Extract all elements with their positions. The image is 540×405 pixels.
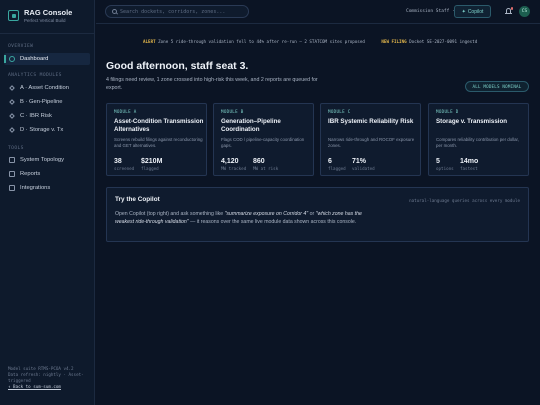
topology-icon [9,157,15,163]
card-stat: 38 screened [114,158,134,171]
avatar[interactable]: CS [519,6,530,17]
module-icon [9,113,15,119]
sidebar-item-label: Integrations [20,185,51,191]
status-badge: ALL MODELS NOMINAL [465,81,529,92]
search-bar[interactable] [105,5,249,18]
module-card-d[interactable]: MODULE D Storage v. Transmission Compare… [428,103,529,176]
card-title: Generation–Pipeline Coordination [221,118,281,133]
stat-label: validated [352,166,375,171]
sidebar-footer: Model suite RTMS-PCOA v4.2 Data refresh:… [8,366,90,390]
module-icon [9,85,15,91]
ticker-new-tag: NEW FILING [381,39,407,44]
ticker-new-text: Docket SE-2027-0091 ingestd [409,39,478,44]
stat-value: $210M [141,158,163,165]
integrations-icon [9,185,15,191]
stat-label: flagged [141,166,159,171]
copilot-button[interactable]: ✦ Copilot [454,5,491,18]
card-stat: 14mo fastest [460,158,478,171]
sidebar: RAG Console Perfect Vertical Build OVERV… [0,0,95,405]
sidebar-item-integrations[interactable]: Integrations [4,182,90,194]
card-description: Screens rebuild filings against reconduc… [114,137,203,148]
reports-icon [9,171,15,177]
card-description: Compares reliability contribution per do… [436,137,519,148]
page-title: Good afternoon, staff seat 3. [106,60,249,72]
sidebar-item-label: Reports [20,171,41,177]
news-ticker: ALERT Zone 5 ride-through validation fel… [96,37,540,47]
sidebar-item-label: A · Asset Condition [20,85,69,91]
search-input[interactable] [120,8,240,15]
stat-label: MW at risk [253,166,279,171]
brand-subtitle: Perfect Vertical Build [24,18,66,23]
notification-dot [510,7,513,10]
sparkle-icon: ✦ [461,8,466,15]
stat-value: 4,120 [221,158,239,165]
stat-label: flagged [328,166,346,171]
ticker-alert-text: Zone 5 ride-through validation fell to 4… [158,39,365,44]
sidebar-item-system-topology[interactable]: System Topology [4,154,90,166]
brand[interactable]: RAG Console Perfect Vertical Build [8,8,72,23]
card-tag: MODULE B [221,109,244,114]
sidebar-item-gen-pipeline[interactable]: B · Gen-Pipeline [4,96,90,108]
card-title: Storage v. Transmission [436,118,508,125]
sidebar-item-reports[interactable]: Reports [4,168,90,180]
try-copilot-title: Try the Copilot [115,196,160,203]
footer-refresh: Data refresh: nightly · Asset-triggered [8,372,84,383]
stat-label: options [436,166,454,171]
module-icon [9,127,15,133]
module-card-a[interactable]: MODULE A Asset-Condition Transmission Al… [106,103,207,176]
section-label-tools: TOOLS [8,146,24,151]
try-copilot-hint: natural-language queries across every mo… [409,198,520,203]
brand-title: RAG Console [24,8,73,17]
try-copilot-panel: Try the Copilot natural-language queries… [106,187,529,242]
card-tag: MODULE D [436,109,459,114]
stat-value: 38 [114,158,122,165]
card-stat: 71% validated [352,158,375,171]
module-card-c[interactable]: MODULE C IBR Systemic Reliability Risk N… [320,103,421,176]
card-stat: $210M flagged [141,158,162,171]
dashboard-icon [9,56,15,62]
card-description: Narrows ride-through and ROCOF exposure … [328,137,415,148]
stat-label: screened [114,166,135,171]
stat-value: 860 [253,158,265,165]
stat-value: 6 [328,158,332,165]
ticker-alert-tag: ALERT [143,39,156,44]
stat-label: MW tracked [221,166,247,171]
card-description: Flags COD / pipeline-capacity coordinati… [221,137,305,148]
sidebar-item-label: D · Storage v. Tx [20,127,64,133]
bell-icon[interactable] [505,7,513,15]
sidebar-item-storage[interactable]: D · Storage v. Tx [4,124,90,136]
search-icon [112,9,117,14]
card-stat: 860 MW at risk [253,158,278,171]
divider [0,33,94,34]
sidebar-item-asset-condition[interactable]: A · Asset Condition [4,82,90,94]
sidebar-item-label: B · Gen-Pipeline [20,99,63,105]
section-label-overview: OVERVIEW [8,44,34,49]
copilot-label: Copilot [467,8,484,15]
card-tag: MODULE A [114,109,137,114]
footer-back-link[interactable]: ↑ Back to sum-sum.com [8,384,90,390]
section-label-analytics: ANALYTICS MODULES [8,73,62,78]
stat-label: fastest [460,166,478,171]
card-stat: 4,120 MW tracked [221,158,246,171]
sidebar-item-ibr-risk[interactable]: C · IBR Risk [4,110,90,122]
sidebar-item-label: C · IBR Risk [20,113,52,119]
try-copilot-body: Open Copilot (top right) and ask somethi… [115,211,362,225]
card-stat: 5 options [436,158,454,171]
sidebar-item-label: System Topology [20,157,65,163]
stat-value: 71% [352,158,367,165]
sidebar-item-label: Dashboard [20,56,49,62]
stat-value: 5 [436,158,440,165]
example-query-1: "summarize exposure on Corridor 4" [224,211,309,217]
sidebar-item-dashboard[interactable]: Dashboard [4,53,90,65]
module-card-b[interactable]: MODULE B Generation–Pipeline Coordinatio… [213,103,314,176]
module-icon [9,99,15,105]
logo-icon [8,10,19,21]
topbar: Commission Staff · Seat 3 ✦ Copilot CS [96,0,540,24]
stat-value: 14mo [460,158,479,165]
card-tag: MODULE C [328,109,351,114]
card-title: IBR Systemic Reliability Risk [328,118,414,125]
card-stat: 6 flagged [328,158,346,171]
card-title: Asset-Condition Transmission Alternative… [114,118,204,133]
intro-summary: 4 filings need review, 1 zone crossed in… [106,77,318,91]
